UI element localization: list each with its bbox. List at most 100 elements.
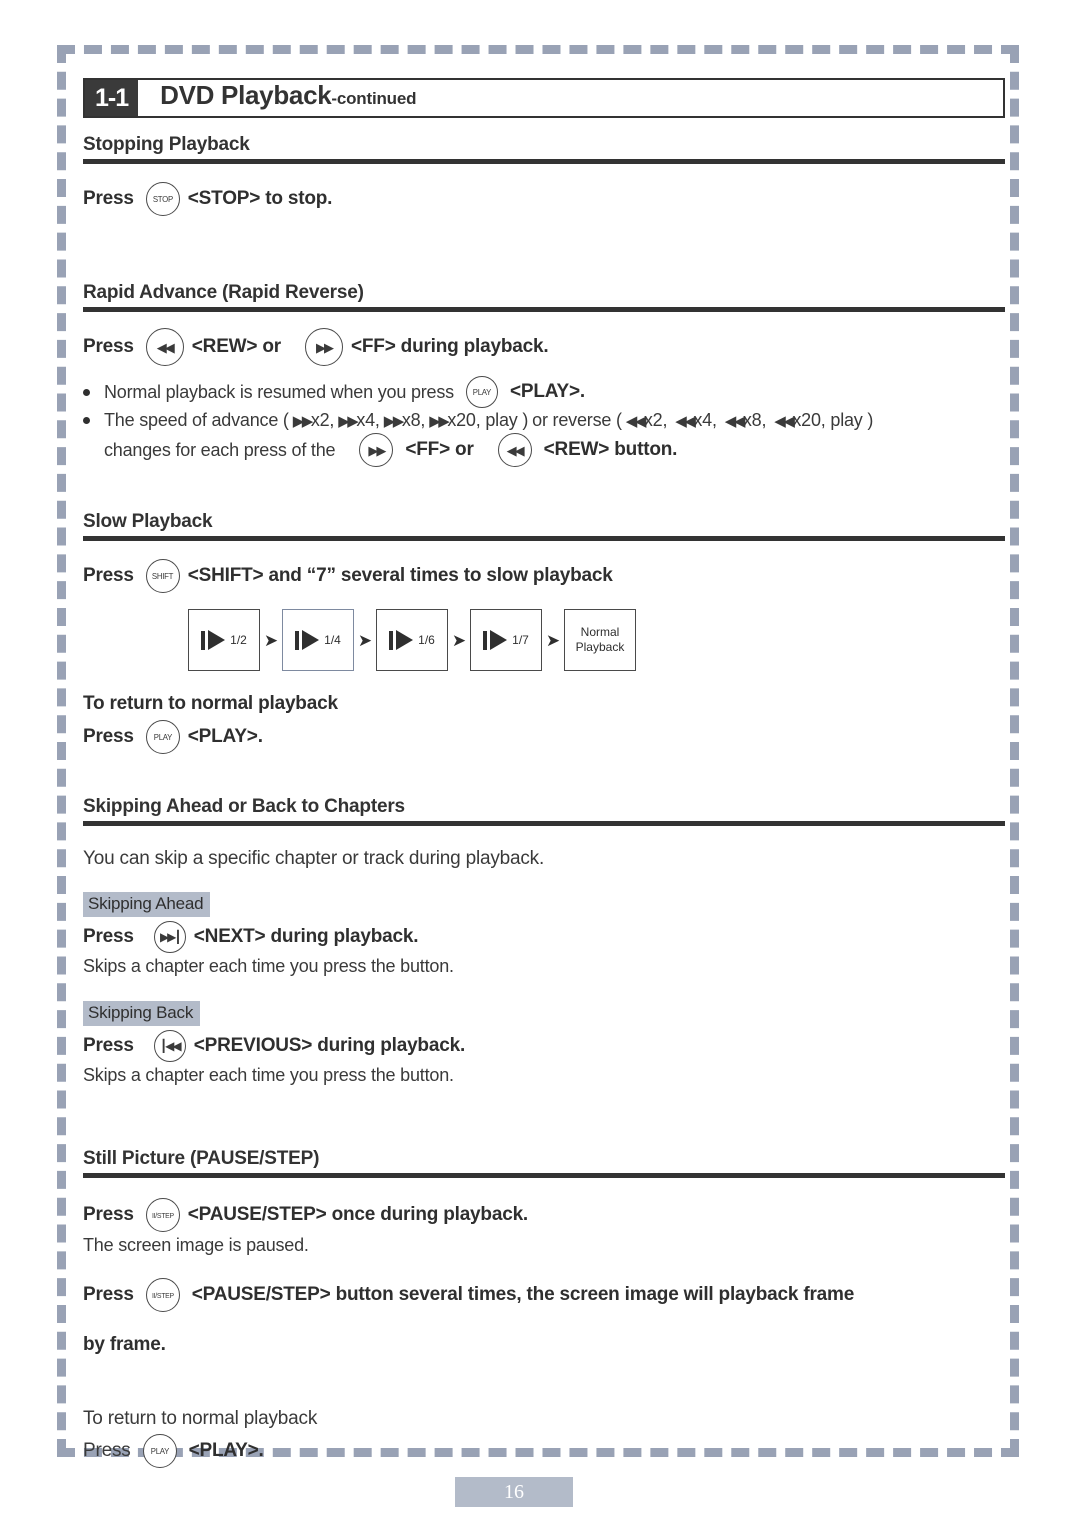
stopping-rule bbox=[83, 159, 1005, 164]
rapid-bullet-1: Normal playback is resumed when you pres… bbox=[83, 376, 1005, 408]
section-still-picture: Still Picture (PAUSE/STEP) Press II/STEP… bbox=[83, 1148, 1005, 1468]
rewind-button-icon-2[interactable]: ◀◀ bbox=[497, 433, 532, 467]
still-rule bbox=[83, 1173, 1005, 1178]
section-rapid-advance: Rapid Advance (Rapid Reverse) Press ◀◀ <… bbox=[83, 282, 1005, 467]
slow-step-value: 1/7 bbox=[512, 633, 529, 647]
section-slow-playback: Slow Playback Press SHIFT <SHIFT> and “7… bbox=[83, 511, 1005, 754]
slow-rule bbox=[83, 536, 1005, 541]
rew-speed-glyph: ◀◀ bbox=[625, 412, 647, 430]
skipping-intro: You can skip a specific chapter or track… bbox=[83, 848, 545, 869]
skipping-ahead-text: <NEXT> during playback. bbox=[193, 926, 419, 947]
fastforward-button-icon-2[interactable]: ▶▶ bbox=[359, 433, 394, 467]
slow-return-block: To return to normal playback Press PLAY … bbox=[83, 693, 1005, 754]
skipping-rule bbox=[83, 821, 1005, 826]
ff-speed-glyph: ▶▶ bbox=[292, 412, 314, 430]
rapid-fwd-x8: x8, bbox=[401, 410, 426, 430]
play-button-icon[interactable]: PLAY bbox=[145, 720, 180, 754]
still-instruction-1: Press II/STEP <PAUSE/STEP> once during p… bbox=[83, 1198, 1005, 1232]
slow-step-box: 1/7 bbox=[470, 609, 542, 671]
slow-step-value: 1/2 bbox=[230, 633, 247, 647]
still-heading: Still Picture (PAUSE/STEP) bbox=[83, 1148, 320, 1169]
previous-glyph: ┃◀◀ bbox=[159, 1039, 182, 1053]
play-button-icon[interactable]: PLAY bbox=[465, 376, 498, 408]
slow-return-line: Press PLAY <PLAY>. bbox=[83, 720, 1005, 754]
slow-step-value: 1/4 bbox=[324, 633, 341, 647]
slow-speed-flow-diagram: 1/2 ➤ 1/4 ➤ 1/6 ➤ 1/7 ➤ Normal Playback bbox=[188, 609, 1005, 671]
rapid-bullet2-ff: <FF> or bbox=[405, 439, 474, 460]
rapid-rev-x4: x4, bbox=[693, 410, 717, 430]
page-title-suffix: -continued bbox=[331, 89, 417, 108]
skipping-back-note: Skips a chapter each time you press the … bbox=[83, 1065, 454, 1085]
rapid-bullet-list: Normal playback is resumed when you pres… bbox=[83, 376, 1005, 467]
still-text-2-continuation: by frame. bbox=[83, 1334, 166, 1355]
still-return-title: To return to normal playback bbox=[83, 1408, 318, 1429]
rew-speed-glyph: ◀◀ bbox=[724, 412, 746, 430]
stop-button-label: STOP bbox=[152, 194, 173, 204]
stopping-instruction-text: <STOP> to stop. bbox=[187, 188, 333, 209]
skipping-back-text: <PREVIOUS> during playback. bbox=[193, 1035, 466, 1056]
play-button-label: PLAY bbox=[153, 732, 173, 742]
page-content: 1-1 DVD Playback -continued Stopping Play… bbox=[83, 78, 1005, 1468]
still-return-line: Press PLAY <PLAY>. bbox=[83, 1434, 1005, 1468]
rapid-ff-text: <FF> during playback. bbox=[350, 336, 549, 357]
slow-return-title: To return to normal playback bbox=[83, 693, 338, 714]
play-button-label: PLAY bbox=[472, 387, 492, 397]
stopping-instruction: Press STOP <STOP> to stop. bbox=[83, 182, 1005, 216]
flow-arrow-icon: ➤ bbox=[263, 630, 279, 650]
slow-instruction-text: <SHIFT> and “7” several times to slow pl… bbox=[187, 565, 613, 586]
flow-arrow-icon: ➤ bbox=[451, 630, 467, 650]
bullet-dot bbox=[83, 388, 90, 396]
rapid-instruction: Press ◀◀ <REW> or ▶▶ <FF> during playbac… bbox=[83, 328, 1005, 366]
rapid-bullet2-c: changes for each press of the bbox=[104, 439, 336, 460]
shift-button-icon[interactable]: SHIFT bbox=[145, 559, 180, 593]
pause-step-button-icon-2[interactable]: II/STEP bbox=[145, 1278, 180, 1312]
rewind-glyph: ◀◀ bbox=[156, 339, 175, 355]
page-number: 16 bbox=[455, 1477, 573, 1507]
skipping-back-instruction: Press ┃◀◀ <PREVIOUS> during playback. bbox=[83, 1030, 1005, 1062]
rapid-bullet2-a: The speed of advance ( bbox=[104, 410, 289, 430]
rapid-rev-x8: x8, bbox=[742, 410, 767, 430]
section-number-badge: 1-1 bbox=[85, 80, 139, 116]
skipping-ahead-instruction: Press ▶▶┃ <NEXT> during playback. bbox=[83, 921, 1005, 953]
still-return-block: To return to normal playback Press PLAY … bbox=[83, 1408, 1005, 1468]
rewind-button-icon[interactable]: ◀◀ bbox=[145, 328, 184, 366]
skipping-ahead-label: Skipping Ahead bbox=[83, 892, 211, 917]
still-text-2: <PAUSE/STEP> button several times, the s… bbox=[191, 1284, 855, 1305]
stop-button-icon[interactable]: STOP bbox=[145, 182, 180, 216]
page-title-bar: 1-1 DVD Playback -continued bbox=[83, 78, 1005, 118]
slow-return-press-label: Press bbox=[83, 726, 134, 747]
fastforward-button-icon[interactable]: ▶▶ bbox=[304, 328, 343, 366]
stopping-heading: Stopping Playback bbox=[83, 134, 250, 155]
rapid-rev-x20: x20, play ) bbox=[792, 410, 874, 430]
page-title: DVD Playback -continued bbox=[138, 80, 416, 116]
fastforward-glyph: ▶▶ bbox=[315, 339, 334, 355]
play-button-label: PLAY bbox=[150, 1446, 169, 1456]
rapid-heading: Rapid Advance (Rapid Reverse) bbox=[83, 282, 364, 303]
rapid-fwd-x2: x2, bbox=[310, 410, 335, 430]
slow-step-box: 1/6 bbox=[376, 609, 448, 671]
next-button-icon[interactable]: ▶▶┃ bbox=[153, 921, 186, 953]
skipping-ahead-note: Skips a chapter each time you press the … bbox=[83, 956, 454, 976]
pause-step-button-label: II/STEP bbox=[151, 1210, 174, 1220]
slow-play-icon bbox=[483, 630, 508, 650]
fastforward-glyph: ▶▶ bbox=[368, 442, 386, 458]
pause-step-button-icon[interactable]: II/STEP bbox=[145, 1198, 180, 1232]
slow-step-box-normal: Normal Playback bbox=[564, 609, 636, 671]
slow-instruction: Press SHIFT <SHIFT> and “7” several time… bbox=[83, 559, 1005, 593]
rapid-bullet-2: The speed of advance ( ▶▶ x2, ▶▶ x4, ▶▶ x8,… bbox=[83, 410, 1005, 431]
slow-heading: Slow Playback bbox=[83, 511, 213, 532]
slow-return-text: <PLAY>. bbox=[187, 726, 263, 747]
skipping-back-block: Skipping Back Press ┃◀◀ <PREVIOUS> durin… bbox=[83, 1001, 1005, 1086]
skipping-ahead-press-label: Press bbox=[83, 926, 134, 947]
still-text-1: <PAUSE/STEP> once during playback. bbox=[187, 1204, 529, 1225]
play-button-icon[interactable]: PLAY bbox=[142, 1434, 177, 1468]
shift-button-label: SHIFT bbox=[152, 571, 174, 581]
slow-play-icon bbox=[295, 630, 320, 650]
rapid-bullet2-rew: <REW> button. bbox=[543, 439, 678, 460]
rapid-bullet1-pre: Normal playback is resumed when you pres… bbox=[104, 381, 454, 402]
still-press2-label: Press bbox=[83, 1284, 134, 1305]
rew-speed-glyph: ◀◀ bbox=[774, 412, 795, 430]
section-skipping-chapters: Skipping Ahead or Back to Chapters You c… bbox=[83, 796, 1005, 1086]
previous-button-icon[interactable]: ┃◀◀ bbox=[153, 1030, 186, 1062]
slow-press-label: Press bbox=[83, 565, 134, 586]
